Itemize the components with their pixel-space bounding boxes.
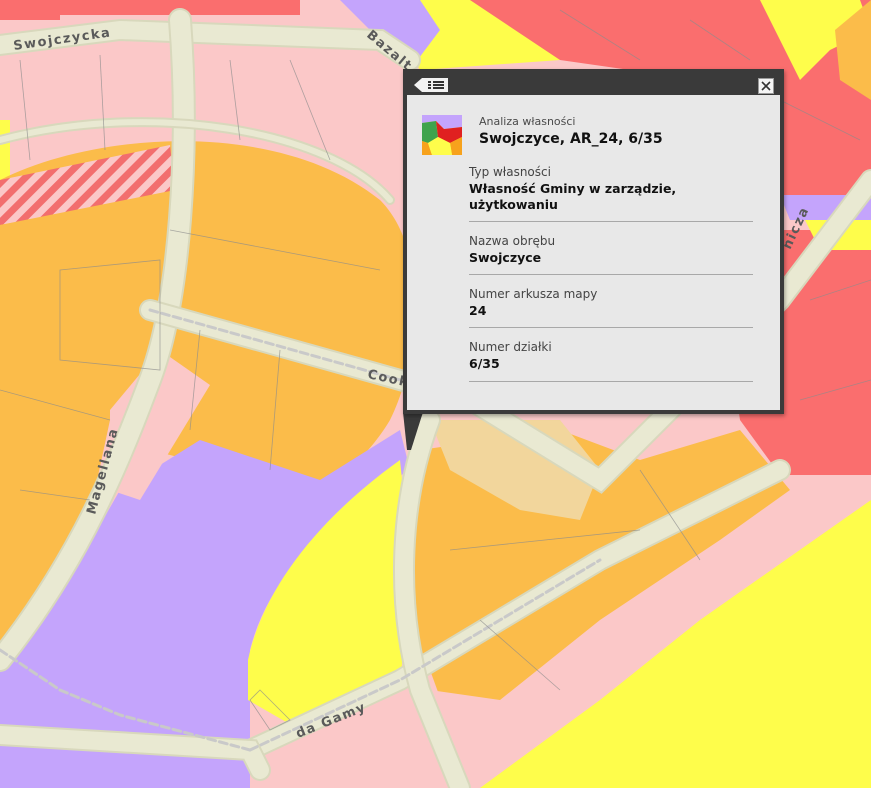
zone-red-top-left (0, 0, 60, 20)
field-value-precinct-name: Swojczyce (469, 250, 542, 265)
field-label-map-sheet: Numer arkusza mapy (469, 287, 598, 301)
close-button[interactable] (758, 78, 774, 94)
list-menu-icon[interactable] (414, 78, 448, 92)
popup-subtitle: Analiza własności (479, 115, 576, 128)
field-value-map-sheet: 24 (469, 303, 487, 318)
zone-yellow-left (0, 120, 10, 180)
field-divider (469, 274, 753, 275)
map-viewer[interactable]: Swojczycka Bazalt Magellana Cook da Gamy… (0, 0, 871, 788)
field-label-precinct-name: Nazwa obrębu (469, 234, 556, 248)
field-divider (469, 327, 753, 328)
field-divider (469, 221, 753, 222)
field-divider (469, 381, 753, 382)
field-label-ownership-type: Typ własności (469, 165, 551, 179)
close-icon (761, 81, 771, 91)
field-label-parcel-number: Numer działki (469, 340, 552, 354)
feature-info-popup: Analiza własności Swojczyce, AR_24, 6/35… (403, 69, 784, 414)
field-value-parcel-number: 6/35 (469, 356, 500, 371)
popup-header (403, 69, 784, 95)
popup-title: Swojczyce, AR_24, 6/35 (479, 131, 663, 147)
field-value-ownership-type: Własność Gminy w zarządzie, użytkowaniu (469, 181, 677, 212)
popup-pointer (403, 412, 423, 450)
ownership-layer-icon (422, 115, 462, 155)
